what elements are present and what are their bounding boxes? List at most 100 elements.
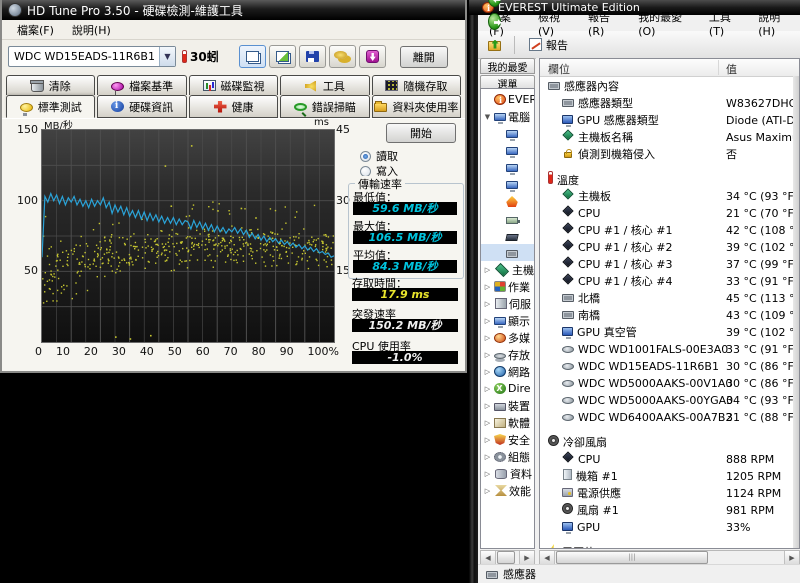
tree-item[interactable]: ▷網路 — [481, 363, 534, 380]
tab-health[interactable]: 健康 — [189, 95, 278, 118]
info-row[interactable]: 偵測到機箱侵入否 — [540, 146, 793, 163]
menu-item[interactable]: 報告(R) — [581, 8, 629, 39]
tree-item[interactable]: ▷資料 — [481, 465, 534, 482]
tree-item[interactable]: ▷組態 — [481, 448, 534, 465]
tab-disk-monitor[interactable]: 磁碟監視 — [189, 75, 278, 95]
tab-benchmark[interactable]: 標準測試 — [6, 95, 95, 118]
toolbar-acoustic-management-button[interactable] — [329, 45, 356, 68]
start-button[interactable]: 開始 — [386, 123, 456, 143]
toolbar-download-button[interactable] — [359, 45, 386, 68]
column-divider[interactable] — [718, 60, 719, 75]
info-row[interactable]: CPU #1 / 核心 #433 °C (91 °F) — [540, 273, 793, 290]
tree-item[interactable]: ▷軟體 — [481, 414, 534, 431]
up-button[interactable] — [482, 33, 506, 56]
toolbar-save-button[interactable] — [299, 45, 326, 68]
info-row[interactable]: WDC WD15EADS-11R6B130 °C (86 °F) — [540, 358, 793, 375]
tree-item[interactable] — [481, 176, 534, 193]
tree-item[interactable] — [481, 159, 534, 176]
info-row[interactable]: CPU #1 / 核心 #239 °C (102 °F) — [540, 239, 793, 256]
scroll-right-icon[interactable]: ▶ — [784, 551, 799, 564]
info-row[interactable] — [540, 536, 793, 544]
menu-item[interactable]: 檔案(F) — [8, 20, 63, 40]
info-row[interactable]: 風扇 #1981 RPM — [540, 502, 793, 519]
tree-item[interactable]: ▷安全 — [481, 431, 534, 448]
tree-item[interactable] — [481, 227, 534, 244]
info-row[interactable]: GPU33% — [540, 519, 793, 536]
tree-item[interactable]: ▷伺服 — [481, 295, 534, 312]
tree-item[interactable]: ▷顯示 — [481, 312, 534, 329]
info-row[interactable]: WDC WD1001FALS-00E3A033 °C (91 °F) — [540, 341, 793, 358]
tab-tools[interactable]: 工具 — [280, 75, 369, 95]
tree-item[interactable]: ▷主機 — [481, 261, 534, 278]
toolbar-copy-button[interactable] — [239, 45, 266, 68]
info-row[interactable]: WDC WD5000AAKS-00V1A030 °C (86 °F) — [540, 375, 793, 392]
scroll-right-icon[interactable]: ▶ — [519, 551, 534, 564]
info-row[interactable]: 南橋43 °C (109 °F) — [540, 307, 793, 324]
info-row[interactable]: 感應器類型W83627DHG + W8379 — [540, 95, 793, 112]
main-horizontal-scrollbar[interactable]: ◀ ||| ▶ — [539, 550, 800, 565]
info-row[interactable]: 溫度 — [540, 171, 793, 188]
info-row[interactable]: GPU 真空管39 °C (102 °F) — [540, 324, 793, 341]
tree-item[interactable] — [481, 210, 534, 227]
scrollbar-thumb[interactable] — [497, 551, 515, 564]
tree-item[interactable] — [481, 125, 534, 142]
info-row[interactable]: CPU #1 / 核心 #337 °C (99 °F) — [540, 256, 793, 273]
tree-item[interactable]: ▷多媒 — [481, 329, 534, 346]
info-row[interactable]: 主機板名稱Asus Maximus Formu — [540, 129, 793, 146]
vertical-scrollbar[interactable] — [793, 76, 799, 548]
info-row[interactable] — [540, 426, 793, 434]
info-row[interactable] — [540, 163, 793, 171]
info-row[interactable]: 感應器內容 — [540, 78, 793, 95]
tab-error-scan[interactable]: 錯誤掃瞄 — [280, 95, 369, 118]
info-row[interactable]: 電壓值 — [540, 544, 793, 548]
everest-window-frame — [469, 15, 478, 583]
drive-selector[interactable]: WDC WD15EADS-11R6B1 (1500 GB) ▼ — [8, 46, 176, 67]
info-row[interactable]: CPU21 °C (70 °F) — [540, 205, 793, 222]
tab-folder-usage[interactable]: 資料夾使用率 — [372, 95, 461, 118]
menu-item[interactable]: 說明(H) — [63, 20, 120, 40]
tab-file-benchmark[interactable]: 檔案基準 — [97, 75, 186, 95]
tree-item[interactable]: ▷存放 — [481, 346, 534, 363]
info-row[interactable]: 電源供應1124 RPM — [540, 485, 793, 502]
tree-item[interactable]: ▷Dire — [481, 380, 534, 397]
scrollbar-thumb[interactable]: ||| — [556, 551, 708, 564]
info-row[interactable]: 主機板34 °C (93 °F) — [540, 188, 793, 205]
column-headers[interactable]: 欄位 值 — [540, 59, 799, 77]
menu-item[interactable]: 工具(T) — [702, 8, 749, 39]
tab-favorites[interactable]: 我的最愛 — [480, 58, 535, 74]
scroll-left-icon[interactable]: ◀ — [481, 551, 496, 564]
tab-random-access[interactable]: 隨機存取 — [372, 75, 461, 95]
tab-erase[interactable]: 清除 — [6, 75, 95, 95]
x-tick: 50 — [168, 345, 182, 358]
report-button[interactable]: 報告 — [523, 33, 574, 56]
info-row[interactable]: 機箱 #11205 RPM — [540, 468, 793, 485]
tree-item[interactable]: ▷作業 — [481, 278, 534, 295]
exit-button[interactable]: 離開 — [400, 46, 448, 68]
tree-item[interactable] — [481, 244, 534, 261]
forward-button[interactable] — [482, 10, 506, 33]
info-row[interactable]: WDC WD6400AAKS-00A7B231 °C (88 °F) — [540, 409, 793, 426]
menu-item[interactable]: 說明(H) — [751, 8, 800, 39]
tree-item[interactable]: ▷效能 — [481, 482, 534, 499]
info-row[interactable]: WDC WD5000AAKS-00YGA034 °C (93 °F) — [540, 392, 793, 409]
scroll-left-icon[interactable]: ◀ — [540, 551, 555, 564]
tree-item[interactable]: ▼電腦 — [481, 108, 534, 125]
tree-item[interactable]: EVEREST — [481, 91, 534, 108]
back-button[interactable] — [482, 0, 506, 10]
info-row[interactable]: 冷卻風扇 — [540, 434, 793, 451]
info-row[interactable]: GPU 感應器類型Diode (ATI-Diode) — [540, 112, 793, 129]
column-field[interactable]: 欄位 — [548, 61, 570, 77]
sidebar-horizontal-scrollbar[interactable]: ◀ ▶ — [480, 550, 535, 565]
info-row[interactable]: CPU #1 / 核心 #142 °C (108 °F) — [540, 222, 793, 239]
tree-item[interactable] — [481, 142, 534, 159]
tab-disk-info[interactable]: 硬碟資訊 — [97, 95, 186, 118]
hdtune-title-bar[interactable]: HD Tune Pro 3.50 - 硬碟檢測-維護工具 — [2, 0, 465, 20]
tree-item[interactable] — [481, 193, 534, 210]
info-row[interactable]: 北橋45 °C (113 °F) — [540, 290, 793, 307]
tree-item[interactable]: ▷裝置 — [481, 397, 534, 414]
info-row[interactable]: CPU888 RPM — [540, 451, 793, 468]
column-value[interactable]: 值 — [726, 61, 737, 77]
menu-item[interactable]: 我的最愛(O) — [631, 8, 700, 39]
radio-read[interactable]: 讀取 — [360, 148, 398, 164]
toolbar-copy-image-button[interactable] — [269, 45, 296, 68]
